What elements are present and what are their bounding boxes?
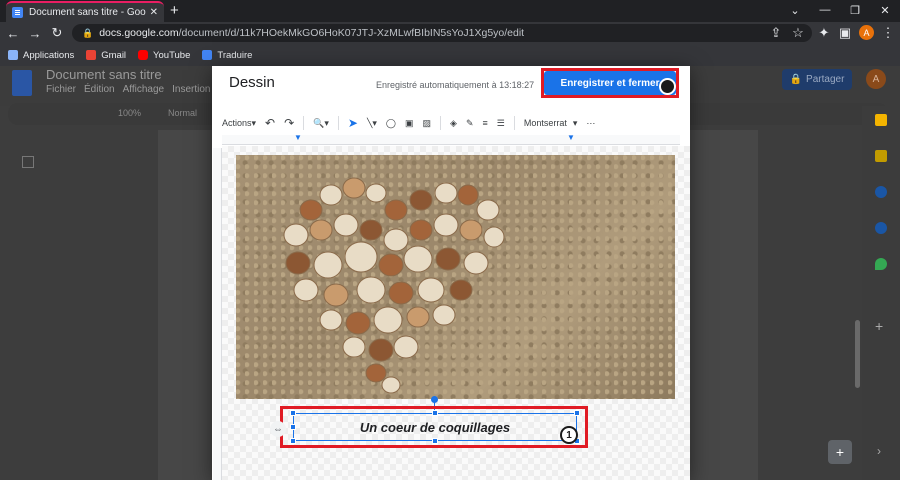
dialog-title: Dessin xyxy=(229,74,275,91)
url-host: docs.google.com xyxy=(99,27,179,39)
bookmarks-bar: Applications Gmail YouTube Traduire xyxy=(0,44,900,66)
calendar-icon[interactable] xyxy=(875,150,887,162)
url-path: /document/d/11k7HOekMkGO6HoK07JTJ-XzMLwf… xyxy=(178,27,525,39)
border-weight-icon[interactable]: ≡ xyxy=(482,118,487,128)
share-page-icon[interactable]: ⇪ xyxy=(767,24,785,42)
translate-icon xyxy=(202,50,213,60)
profile-avatar[interactable]: A xyxy=(859,25,874,40)
toolbar-divider xyxy=(337,116,339,130)
toolbar-divider xyxy=(513,116,515,130)
apps-grid-icon xyxy=(8,50,18,60)
explore-button[interactable]: + xyxy=(828,440,852,464)
style-select[interactable]: Normal xyxy=(168,108,197,118)
tasks-icon[interactable] xyxy=(875,186,887,198)
keep-icon[interactable] xyxy=(875,114,887,126)
bookmark-traduire[interactable]: Traduire xyxy=(202,50,252,61)
drawing-toolbar: Actions ▾ ↶ ↷ 🔍▾ ➤ ╲▾ ◯ ▣ ▨ ◈ ✎ ≡ ☰ Monts… xyxy=(222,113,680,133)
line-tool-icon[interactable]: ╲▾ xyxy=(367,118,377,129)
shell-heart-image xyxy=(283,177,505,394)
side-panel xyxy=(862,106,900,480)
browser-tab[interactable]: Document sans titre - Google Do ✕ xyxy=(6,1,164,22)
select-cursor-icon[interactable]: ➤ xyxy=(348,116,358,130)
minimize-icon[interactable]: — xyxy=(810,0,840,20)
rotation-handle[interactable] xyxy=(431,396,438,403)
outline-icon[interactable] xyxy=(22,156,34,168)
chrome-menu-icon[interactable]: ⋮ xyxy=(879,24,897,42)
textbox-tool-icon[interactable]: ▣ xyxy=(405,118,414,129)
resize-handle[interactable] xyxy=(574,410,580,416)
resize-handle[interactable] xyxy=(290,410,296,416)
gmail-icon xyxy=(86,50,97,60)
ruler-indent-marker[interactable]: ▼ xyxy=(294,133,302,142)
url-input[interactable]: 🔒 docs.google.com /document/d/11k7HOekMk… xyxy=(72,24,812,42)
font-dropdown-icon[interactable]: ▾ xyxy=(573,118,578,129)
tab-title: Document sans titre - Google Do xyxy=(29,7,146,18)
share-button[interactable]: 🔒 Partager xyxy=(782,69,852,90)
maps-icon[interactable] xyxy=(875,258,887,270)
fill-color-icon[interactable]: ◈ xyxy=(450,118,457,129)
lock-icon: 🔒 xyxy=(789,74,803,85)
image-tool-icon[interactable]: ▨ xyxy=(423,118,432,129)
annotation-marker-1: 1 xyxy=(560,426,578,444)
annotation-marker-2 xyxy=(659,78,676,95)
forward-icon[interactable]: → xyxy=(26,24,44,42)
more-options-icon[interactable]: ⋯ xyxy=(586,118,595,129)
account-avatar[interactable]: A xyxy=(866,69,886,89)
save-and-close-button[interactable]: Enregistrer et fermer xyxy=(544,71,676,95)
border-dash-icon[interactable]: ☰ xyxy=(497,118,505,129)
restore-icon[interactable]: ❐ xyxy=(840,0,870,20)
autosave-status: Enregistré automatiquement à 13:18:27 xyxy=(376,80,535,90)
ruler-right-marker[interactable]: ▼ xyxy=(567,133,575,142)
toolbar-divider xyxy=(440,116,442,130)
undo-icon[interactable]: ↶ xyxy=(265,116,275,130)
redo-icon[interactable]: ↷ xyxy=(284,116,294,130)
youtube-icon xyxy=(138,50,149,60)
drag-handle-icon[interactable]: ⇔ xyxy=(270,421,286,437)
menu-insertion[interactable]: Insertion xyxy=(172,84,210,95)
bookmark-star-icon[interactable]: ☆ xyxy=(789,24,807,42)
tab-close-icon[interactable]: ✕ xyxy=(150,7,158,18)
contacts-icon[interactable] xyxy=(875,222,887,234)
border-color-icon[interactable]: ✎ xyxy=(466,118,474,129)
menu-edition[interactable]: Édition xyxy=(84,84,115,95)
vertical-ruler xyxy=(213,148,222,480)
side-panel-icon[interactable]: ▣ xyxy=(836,24,854,42)
shape-tool-icon[interactable]: ◯ xyxy=(386,118,396,129)
add-addon-icon[interactable]: + xyxy=(875,318,883,334)
close-window-icon[interactable]: ✕ xyxy=(870,0,900,20)
caption-text: Un coeur de coquillages xyxy=(359,419,511,435)
resize-handle[interactable] xyxy=(432,410,438,416)
font-select[interactable]: Montserrat xyxy=(524,118,567,128)
document-title[interactable]: Document sans titre xyxy=(46,67,162,82)
bookmark-youtube[interactable]: YouTube xyxy=(138,50,190,61)
resize-handle[interactable] xyxy=(290,424,296,430)
zoom-select[interactable]: 100% xyxy=(118,108,141,118)
expand-panel-icon[interactable]: › xyxy=(877,444,881,458)
lock-icon: 🔒 xyxy=(82,27,94,38)
new-tab-icon[interactable]: + xyxy=(170,2,179,19)
actions-menu[interactable]: Actions ▾ xyxy=(222,118,256,129)
caption-textbox[interactable]: Un coeur de coquillages xyxy=(293,413,577,441)
menu-affichage[interactable]: Affichage xyxy=(123,84,165,95)
scrollbar[interactable] xyxy=(855,320,860,388)
menu-fichier[interactable]: Fichier xyxy=(46,84,76,95)
back-icon[interactable]: ← xyxy=(4,24,22,42)
docs-logo-icon[interactable] xyxy=(12,70,32,96)
reload-icon[interactable]: ↻ xyxy=(48,24,66,42)
docs-menu-bar: Fichier Édition Affichage Insertion xyxy=(46,84,210,95)
docs-favicon-icon xyxy=(12,7,23,18)
horizontal-ruler: ▼ ▼ xyxy=(222,133,680,145)
resize-handle[interactable] xyxy=(290,438,296,444)
resize-handle[interactable] xyxy=(432,438,438,444)
tab-search-icon[interactable]: ⌄ xyxy=(780,0,810,20)
zoom-icon[interactable]: 🔍▾ xyxy=(313,118,329,129)
bookmark-applications[interactable]: Applications xyxy=(8,50,74,61)
bookmark-gmail[interactable]: Gmail xyxy=(86,50,126,61)
toolbar-divider xyxy=(303,116,305,130)
extensions-icon[interactable]: ✦ xyxy=(815,24,833,42)
